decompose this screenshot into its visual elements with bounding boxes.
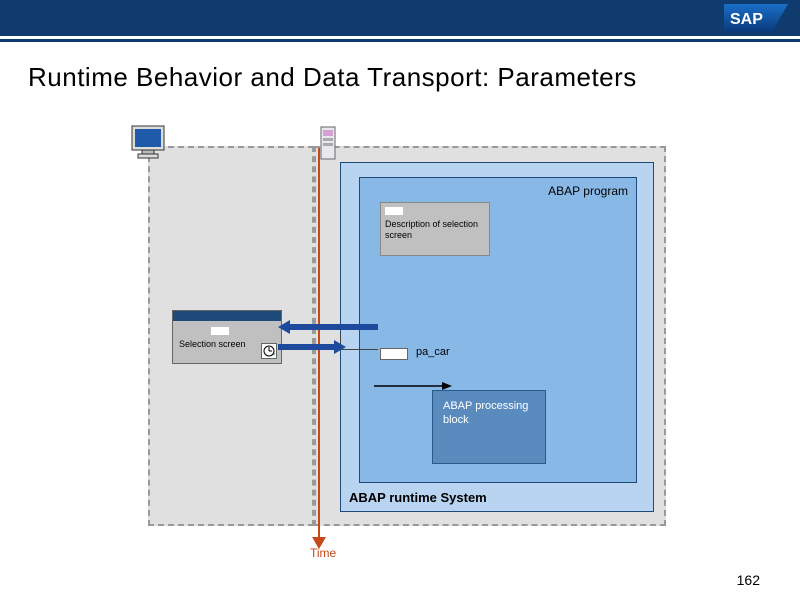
header-bar: SAP <box>0 0 800 36</box>
parameter-field <box>380 348 408 360</box>
abap-program-label: ABAP program <box>548 184 628 198</box>
data-flow-arrow-to-server <box>278 340 378 359</box>
abap-processing-block: ABAP processing block <box>432 390 546 464</box>
abap-runtime-label: ABAP runtime System <box>349 490 487 505</box>
server-icon <box>320 126 338 167</box>
flow-arrow-to-processing-block <box>374 378 454 396</box>
data-flow-arrow-to-client <box>278 320 378 339</box>
execute-icon <box>261 343 277 359</box>
slide-title: Runtime Behavior and Data Transport: Par… <box>28 62 800 93</box>
header-divider <box>0 36 800 42</box>
selection-screen-box: Selection screen <box>172 310 282 364</box>
time-axis-label: Time <box>310 546 336 560</box>
description-field-icon <box>385 207 403 215</box>
sap-logo: SAP <box>724 4 788 32</box>
selection-screen-description-box: Description of selection screen <box>380 202 490 256</box>
processing-block-label: ABAP processing block <box>443 399 535 428</box>
abap-runtime-panel: ABAP runtime System ABAP program Descrip… <box>340 162 654 512</box>
abap-program-panel: ABAP program Description of selection sc… <box>359 177 637 483</box>
diagram-canvas: Time ABAP runtime System ABAP program De… <box>0 120 800 560</box>
monitor-icon <box>130 124 170 167</box>
selection-screen-titlebar <box>173 311 281 321</box>
svg-text:SAP: SAP <box>730 11 763 28</box>
selection-screen-field-icon <box>211 327 229 335</box>
parameter-name-label: pa_car <box>416 346 450 358</box>
selection-screen-label: Selection screen <box>179 339 246 350</box>
page-number: 162 <box>737 572 760 588</box>
description-box-label: Description of selection screen <box>385 219 485 241</box>
